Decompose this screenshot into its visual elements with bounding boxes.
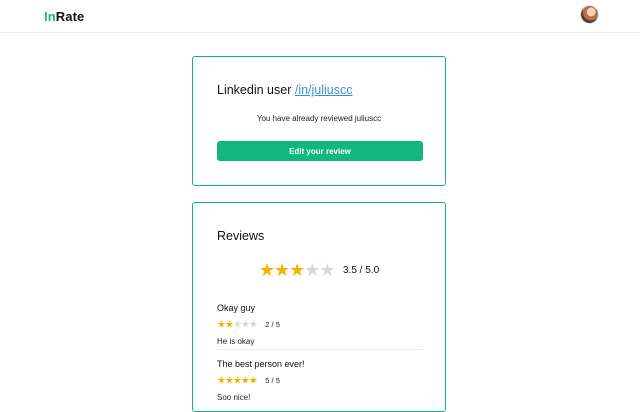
star-filled-icon: ★ bbox=[289, 260, 305, 280]
average-score: 3.5 / 5.0 bbox=[343, 265, 380, 276]
star-filled-icon: ★ bbox=[240, 375, 250, 387]
review-title: The best person ever! bbox=[217, 359, 305, 369]
review-item: The best person ever! ★★★★★ 5 / 5 Soo ni… bbox=[217, 359, 423, 402]
review-body: He is okay bbox=[217, 337, 255, 346]
profile-heading-prefix: Linkedin user bbox=[217, 83, 292, 97]
average-stars: ★★★★★ bbox=[258, 260, 336, 280]
review-score: 5 / 5 bbox=[265, 376, 280, 386]
review-body: Soo nice! bbox=[217, 393, 251, 402]
top-navbar: InRate bbox=[0, 0, 640, 33]
star-empty-icon: ★ bbox=[240, 319, 250, 331]
star-filled-icon: ★ bbox=[273, 260, 290, 280]
review-rating: ★★★★★ 2 / 5 bbox=[217, 316, 423, 334]
edit-review-button[interactable]: Edit your review bbox=[217, 141, 423, 161]
star-empty-icon: ★ bbox=[248, 319, 258, 331]
review-title: Okay guy bbox=[217, 303, 256, 313]
star-filled-icon: ★ bbox=[224, 319, 234, 331]
review-rating: ★★★★★ 5 / 5 bbox=[217, 372, 423, 390]
star-filled-icon: ★ bbox=[217, 375, 226, 387]
logo-in-text: In bbox=[44, 9, 56, 24]
profile-card: Linkedin user /in/juliuscc You have alre… bbox=[192, 56, 446, 186]
already-reviewed-text: You have already reviewed juliuscc bbox=[256, 114, 382, 123]
star-empty-icon: ★ bbox=[319, 260, 335, 280]
review-stars: ★★★★★ bbox=[217, 319, 258, 331]
review-divider bbox=[217, 349, 423, 350]
review-stars: ★★★★★ bbox=[217, 375, 258, 387]
reviews-card: Reviews ★★★★★ 3.5 / 5.0 Okay guy ★★★★★ 2… bbox=[192, 202, 446, 412]
rating-summary: ★★★★★ 3.5 / 5.0 bbox=[193, 260, 445, 281]
inrate-logo[interactable]: InRate bbox=[44, 9, 84, 24]
star-filled-icon: ★ bbox=[224, 375, 234, 387]
profile-heading: Linkedin user /in/juliuscc bbox=[217, 83, 353, 97]
star-empty-icon: ★ bbox=[304, 260, 320, 280]
review-score: 2 / 5 bbox=[265, 320, 280, 330]
avatar[interactable] bbox=[581, 6, 598, 23]
profile-link[interactable]: /in/juliuscc bbox=[295, 83, 353, 97]
reviews-heading: Reviews bbox=[217, 229, 265, 243]
logo-rate-text: Rate bbox=[55, 9, 85, 24]
star-empty-icon: ★ bbox=[232, 319, 242, 331]
review-item: Okay guy ★★★★★ 2 / 5 He is okay bbox=[217, 303, 423, 346]
star-filled-icon: ★ bbox=[258, 260, 275, 280]
star-filled-icon: ★ bbox=[217, 319, 226, 331]
star-filled-icon: ★ bbox=[232, 375, 242, 387]
star-filled-icon: ★ bbox=[248, 375, 258, 387]
